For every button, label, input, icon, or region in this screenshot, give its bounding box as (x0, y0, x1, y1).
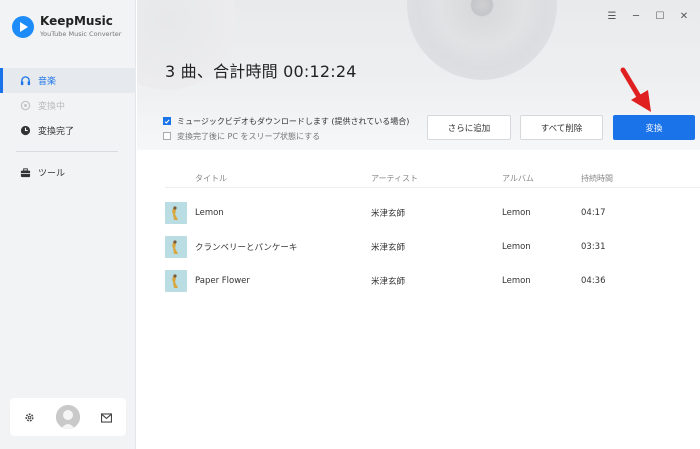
sidebar-item-converted[interactable]: 変換完了 (0, 118, 136, 143)
table-header: タイトル アーティスト アルバム 持続時間 (165, 170, 700, 188)
sidebar-item-label: 音楽 (38, 77, 57, 87)
app-name: KeepMusic (40, 14, 113, 28)
track-album: Lemon (502, 276, 531, 286)
checkbox-unchecked[interactable] (163, 132, 171, 140)
app-subtitle: YouTube Music Converter (40, 30, 122, 38)
album-art-thumbnail (165, 236, 187, 258)
sidebar-item-label: 変換完了 (38, 127, 75, 137)
gear-icon[interactable] (24, 408, 35, 427)
track-table: タイトル アーティスト アルバム 持続時間 Lemon 米津玄師 Lemon 0… (165, 170, 700, 298)
vinyl-record-decoration (407, 0, 557, 80)
add-more-button[interactable]: さらに追加 (427, 115, 511, 140)
window-controls: ☰ ─ ☐ ✕ (606, 10, 690, 22)
header-title[interactable]: タイトル (195, 173, 227, 184)
header-duration[interactable]: 持続時間 (581, 173, 613, 184)
options: ミュージックビデオもダウンロードします (提供されている場合) 変換完了後に P… (163, 114, 409, 144)
option-label: ミュージックビデオもダウンロードします (提供されている場合) (177, 116, 410, 126)
clock-icon (19, 125, 31, 137)
converting-icon (19, 100, 31, 112)
track-duration: 04:36 (581, 276, 606, 286)
sidebar-item-label: ツール (38, 169, 66, 179)
sidebar-item-converting[interactable]: 変換中 (0, 93, 136, 118)
sidebar-tools: ツール (0, 160, 136, 185)
checkbox-checked[interactable] (163, 117, 171, 125)
option-label: 変換完了後に PC をスリープ状態にする (177, 131, 321, 141)
minimize-icon[interactable]: ─ (630, 10, 642, 22)
track-album: Lemon (502, 242, 531, 252)
track-title: クランベリーとパンケーキ (195, 243, 298, 253)
headphones-icon (19, 75, 31, 87)
maximize-icon[interactable]: ☐ (654, 10, 666, 22)
option-sleep-pc[interactable]: 変換完了後に PC をスリープ状態にする (163, 129, 409, 143)
red-arrow-annotation (620, 67, 651, 112)
mail-icon[interactable] (101, 408, 113, 427)
toolbox-icon (19, 167, 31, 179)
sidebar-nav: 音楽 変換中 変換完了 (0, 68, 136, 143)
table-row[interactable]: クランベリーとパンケーキ 米津玄師 Lemon 03:31 (165, 230, 700, 264)
brand: KeepMusic YouTube Music Converter (12, 14, 121, 39)
track-artist: 米津玄師 (371, 277, 406, 287)
table-row[interactable]: Paper Flower 米津玄師 Lemon 04:36 (165, 264, 700, 298)
close-icon[interactable]: ✕ (678, 10, 690, 22)
sidebar-item-music[interactable]: 音楽 (0, 68, 136, 93)
track-duration: 03:31 (581, 242, 606, 252)
header-artist[interactable]: アーティスト (371, 173, 418, 184)
option-download-mv[interactable]: ミュージックビデオもダウンロードします (提供されている場合) (163, 114, 409, 128)
album-art-thumbnail (165, 270, 187, 292)
sidebar-item-tools[interactable]: ツール (0, 160, 136, 185)
album-art-thumbnail (165, 202, 187, 224)
page-title: 3 曲、合計時間 00:12:24 (165, 62, 357, 81)
menu-icon[interactable]: ☰ (606, 10, 618, 22)
main-panel: ☰ ─ ☐ ✕ 3 曲、合計時間 00:12:24 ミュージックビデオもダウンロ… (137, 0, 700, 449)
track-title: Lemon (195, 208, 224, 218)
sidebar-item-label: 変換中 (38, 102, 66, 112)
track-artist: 米津玄師 (371, 209, 406, 219)
delete-all-button[interactable]: すべて削除 (520, 115, 603, 140)
table-row[interactable]: Lemon 米津玄師 Lemon 04:17 (165, 196, 700, 230)
avatar-icon[interactable] (56, 405, 80, 429)
header-album[interactable]: アルバム (502, 173, 534, 184)
sidebar-divider (16, 151, 118, 152)
app-logo-icon (12, 15, 34, 38)
track-album: Lemon (502, 208, 531, 218)
sidebar: KeepMusic YouTube Music Converter 音楽 変換中… (0, 0, 136, 449)
convert-button[interactable]: 変換 (613, 115, 695, 140)
track-duration: 04:17 (581, 208, 606, 218)
track-artist: 米津玄師 (371, 243, 406, 253)
sidebar-bottom-bar (10, 398, 126, 436)
track-title: Paper Flower (195, 276, 250, 286)
